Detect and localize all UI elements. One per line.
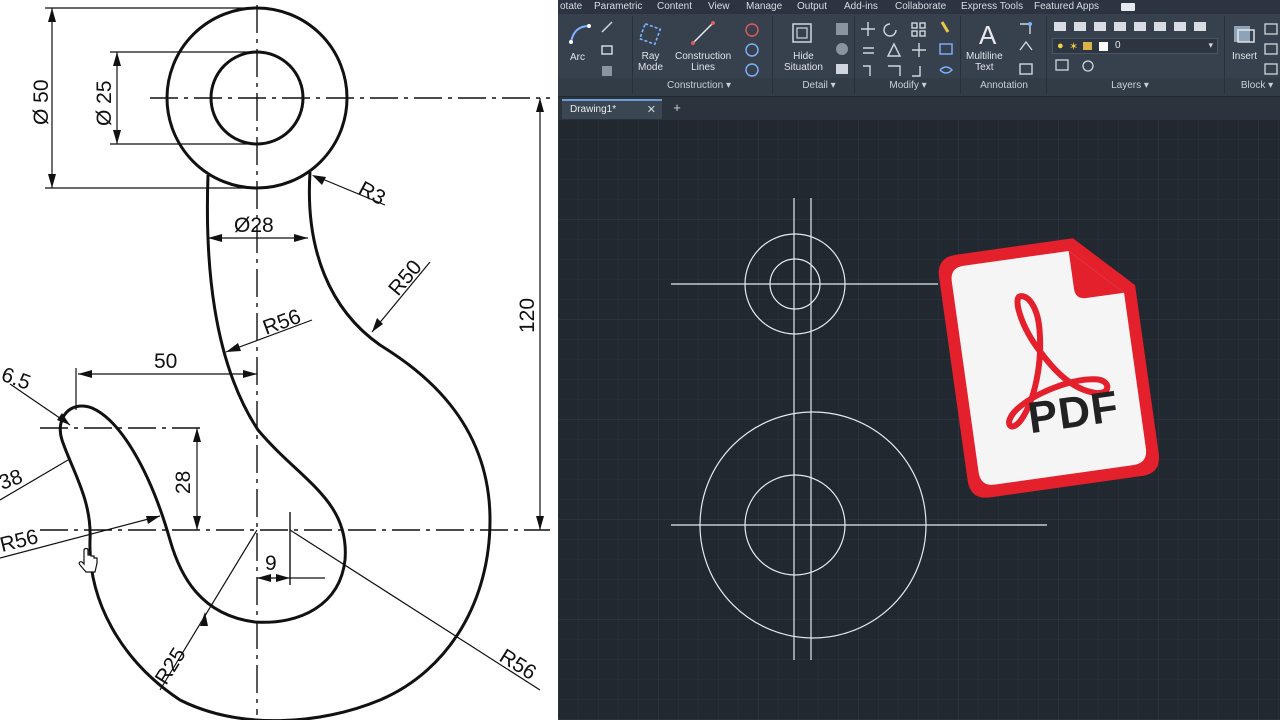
panel-toggle-icon[interactable] bbox=[1121, 3, 1135, 11]
sun-icon: ✶ bbox=[1069, 41, 1079, 53]
svg-text:A: A bbox=[979, 20, 997, 48]
multiline-text-icon[interactable]: A bbox=[976, 20, 1002, 48]
hide-situation-button[interactable]: Hide Situation bbox=[784, 51, 823, 73]
hook-drawing-svg: Ø 50 Ø 25 R3 Ø28 R50 120 R56 50 6.5 28 3… bbox=[0, 5, 550, 720]
hook-outline bbox=[58, 171, 492, 720]
tab-collaborate[interactable]: Collaborate bbox=[895, 1, 946, 12]
dim-6-5-label: 6.5 bbox=[0, 363, 34, 395]
ray-mode-icon[interactable] bbox=[638, 22, 662, 46]
construction-tools-icon[interactable] bbox=[742, 20, 762, 78]
dim-r50-label: R50 bbox=[384, 256, 426, 300]
block-tools-icon[interactable] bbox=[1264, 20, 1278, 80]
dim-38-label: 38 bbox=[0, 465, 26, 495]
dim-r56-left-label: R56 bbox=[0, 525, 41, 557]
dim-50-label: 50 bbox=[154, 350, 177, 373]
ribbon-tab-bar: otate Parametric Content View Manage Out… bbox=[558, 0, 1280, 14]
tab-view[interactable]: View bbox=[708, 1, 730, 12]
tab-annotate[interactable]: otate bbox=[560, 1, 582, 12]
layer-tools-icon[interactable] bbox=[1052, 18, 1222, 34]
pdf-file-icon bbox=[938, 238, 1160, 498]
hand-cursor-icon bbox=[78, 547, 98, 573]
detail-tools-icon[interactable] bbox=[834, 20, 850, 78]
new-tab-button[interactable]: + bbox=[668, 100, 686, 116]
tab-express-tools[interactable]: Express Tools bbox=[961, 1, 1023, 12]
dim-9-label: 9 bbox=[265, 552, 277, 575]
construction-lines-button[interactable]: Construction Lines bbox=[675, 51, 731, 73]
dim-d28-label: Ø28 bbox=[234, 214, 274, 237]
lightbulb-icon: ● bbox=[1057, 40, 1064, 52]
ribbon: Arc Ray Mode Construction Lines Constructi… bbox=[558, 14, 1280, 96]
chevron-down-icon: ▾ bbox=[1208, 40, 1213, 50]
dim-28-label: 28 bbox=[172, 471, 195, 494]
modify-panel-label[interactable]: Modify ▾ bbox=[858, 80, 958, 95]
construction-panel-label[interactable]: Construction ▾ bbox=[662, 80, 736, 95]
hide-situation-icon[interactable] bbox=[790, 21, 814, 45]
tab-featured-apps[interactable]: Featured Apps bbox=[1034, 1, 1099, 12]
multiline-text-button[interactable]: Multiline Text bbox=[966, 51, 1003, 73]
dim-r56-shank-label: R56 bbox=[260, 305, 304, 340]
dim-d50-label: Ø 50 bbox=[30, 79, 53, 125]
tab-content[interactable]: Content bbox=[657, 1, 692, 12]
dim-d25-label: Ø 25 bbox=[93, 80, 116, 126]
lock-icon bbox=[1083, 42, 1092, 50]
arc-icon[interactable] bbox=[568, 22, 592, 46]
layer-name: 0 bbox=[1115, 40, 1121, 51]
annotation-panel-label[interactable]: Annotation bbox=[964, 80, 1044, 95]
dim-120-label: 120 bbox=[516, 298, 539, 333]
close-icon[interactable]: ✕ bbox=[647, 103, 656, 116]
tab-add-ins[interactable]: Add-ins bbox=[844, 1, 878, 12]
file-tab-bar: Drawing1* ✕ + bbox=[558, 97, 1280, 119]
layer-extra-icon[interactable] bbox=[1054, 58, 1114, 74]
layer-dropdown[interactable]: ● ✶ 0 ▾ bbox=[1052, 38, 1218, 54]
tab-drawing1[interactable]: Drawing1* ✕ bbox=[562, 99, 662, 119]
insert-button[interactable]: Insert bbox=[1232, 51, 1257, 62]
draw-tools-icon[interactable] bbox=[600, 20, 616, 80]
tab-output[interactable]: Output bbox=[797, 1, 827, 12]
reference-drawing: Ø 50 Ø 25 R3 Ø28 R50 120 R56 50 6.5 28 3… bbox=[0, 0, 558, 720]
annotation-tools-icon[interactable] bbox=[1016, 20, 1056, 78]
detail-panel-label[interactable]: Detail ▾ bbox=[784, 80, 854, 95]
tab-drawing1-label: Drawing1* bbox=[570, 104, 617, 115]
arc-button[interactable]: Arc bbox=[570, 52, 585, 63]
layers-panel-label[interactable]: Layers ▾ bbox=[1098, 80, 1162, 95]
modify-tools-icon[interactable] bbox=[860, 20, 956, 80]
construction-lines-icon[interactable] bbox=[690, 20, 716, 46]
ray-mode-button[interactable]: Ray Mode bbox=[638, 51, 663, 73]
dim-r56-bottom-label: R56 bbox=[495, 645, 540, 685]
insert-block-icon[interactable] bbox=[1230, 22, 1256, 46]
tab-manage[interactable]: Manage bbox=[746, 1, 782, 12]
layer-color-swatch bbox=[1099, 42, 1108, 51]
tab-parametric[interactable]: Parametric bbox=[594, 1, 642, 12]
block-panel-label[interactable]: Block ▾ bbox=[1234, 80, 1280, 95]
